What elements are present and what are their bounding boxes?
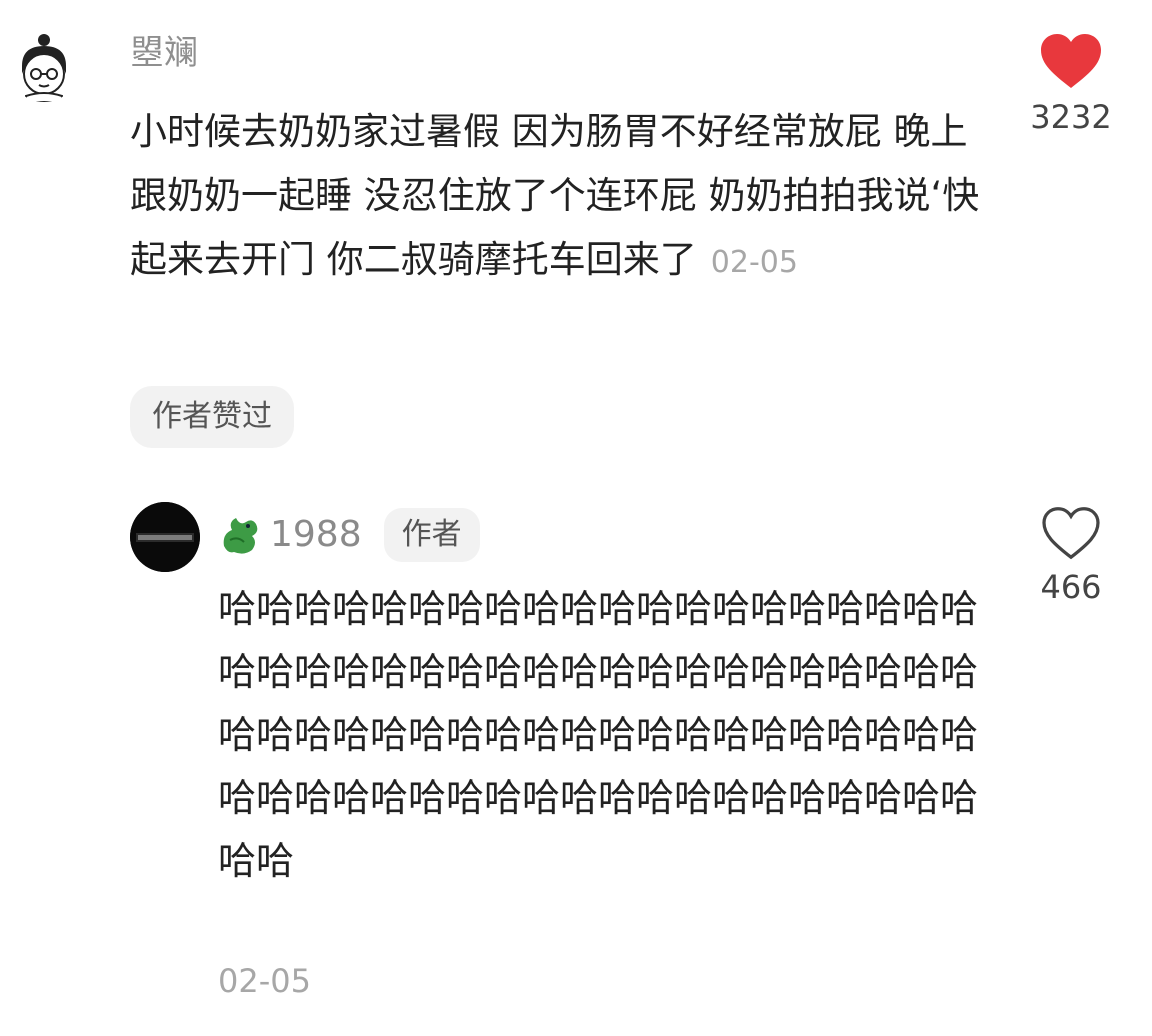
comment-date: 02-05	[710, 245, 798, 280]
avatar[interactable]	[130, 502, 200, 572]
heart-filled-icon	[1041, 34, 1101, 88]
comment-item: 曌斓 小时候去奶奶家过暑假 因为肠胃不好经常放屁 晚上跟奶奶一起睡 没忍住放了个…	[0, 0, 1152, 470]
author-liked-badge: 作者赞过	[130, 386, 294, 448]
like-count: 3232	[1030, 98, 1112, 136]
reply-item: 1988 作者 哈哈哈哈哈哈哈哈哈哈哈哈哈哈哈哈哈哈哈哈哈哈哈哈哈哈哈哈哈哈哈哈…	[0, 470, 1152, 1036]
like-count: 466	[1040, 568, 1102, 606]
reply-text: 哈哈哈哈哈哈哈哈哈哈哈哈哈哈哈哈哈哈哈哈哈哈哈哈哈哈哈哈哈哈哈哈哈哈哈哈哈哈哈哈…	[218, 587, 979, 883]
comment-text: 小时候去奶奶家过暑假 因为肠胃不好经常放屁 晚上跟奶奶一起睡 没忍住放了个连环屁…	[130, 100, 990, 295]
reply-date: 02-05	[218, 962, 311, 1000]
cartoon-girl-avatar-icon	[8, 30, 80, 102]
username[interactable]: 曌斓	[130, 36, 198, 70]
dark-logo-avatar-icon	[130, 502, 200, 572]
green-dragon-icon	[223, 518, 258, 554]
reply-header: 1988 作者	[218, 508, 480, 562]
heart-outline-icon	[1042, 507, 1100, 560]
like-button[interactable]: 3232	[1026, 32, 1116, 136]
author-tag: 作者	[383, 508, 480, 562]
like-button[interactable]: 466	[1026, 506, 1116, 606]
avatar[interactable]	[8, 30, 80, 102]
comment-body: 小时候去奶奶家过暑假 因为肠胃不好经常放屁 晚上跟奶奶一起睡 没忍住放了个连环屁…	[130, 110, 980, 281]
username[interactable]: 1988	[270, 517, 362, 553]
